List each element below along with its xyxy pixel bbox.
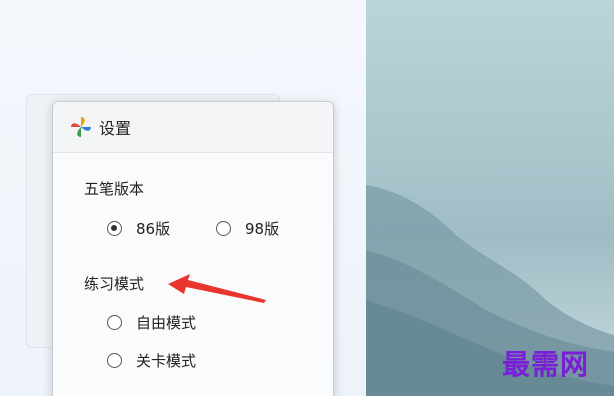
radio-label-86: 86版 (136, 220, 171, 238)
settings-dialog: 设置 五笔版本 86版 98版 练习模式 自由模式 关卡模式 (52, 101, 334, 396)
radio-button-checked[interactable] (107, 221, 122, 236)
annotation-arrow-icon (168, 274, 266, 303)
dialog-titlebar: 设置 (53, 102, 333, 153)
radio-label-98: 98版 (245, 220, 280, 238)
pinwheel-logo-icon (71, 117, 91, 137)
radio-option-98[interactable]: 98版 (216, 218, 279, 239)
wubi-version-label: 五笔版本 (84, 180, 145, 198)
radio-button[interactable] (107, 353, 122, 368)
radio-button[interactable] (107, 315, 122, 330)
practice-mode-label: 练习模式 (84, 275, 145, 293)
radio-label-free-mode: 自由模式 (136, 314, 197, 332)
radio-option-86[interactable]: 86版 (107, 218, 170, 239)
radio-option-free-mode[interactable]: 自由模式 (107, 312, 196, 333)
radio-option-level-mode[interactable]: 关卡模式 (107, 350, 196, 371)
dialog-title: 设置 (99, 119, 132, 138)
radio-label-level-mode: 关卡模式 (136, 352, 197, 370)
screen: 设置 五笔版本 86版 98版 练习模式 自由模式 关卡模式 最需网 (0, 0, 614, 396)
radio-button[interactable] (216, 221, 231, 236)
landscape-background-image (366, 0, 614, 396)
watermark-logo: 最需网 (502, 348, 590, 381)
